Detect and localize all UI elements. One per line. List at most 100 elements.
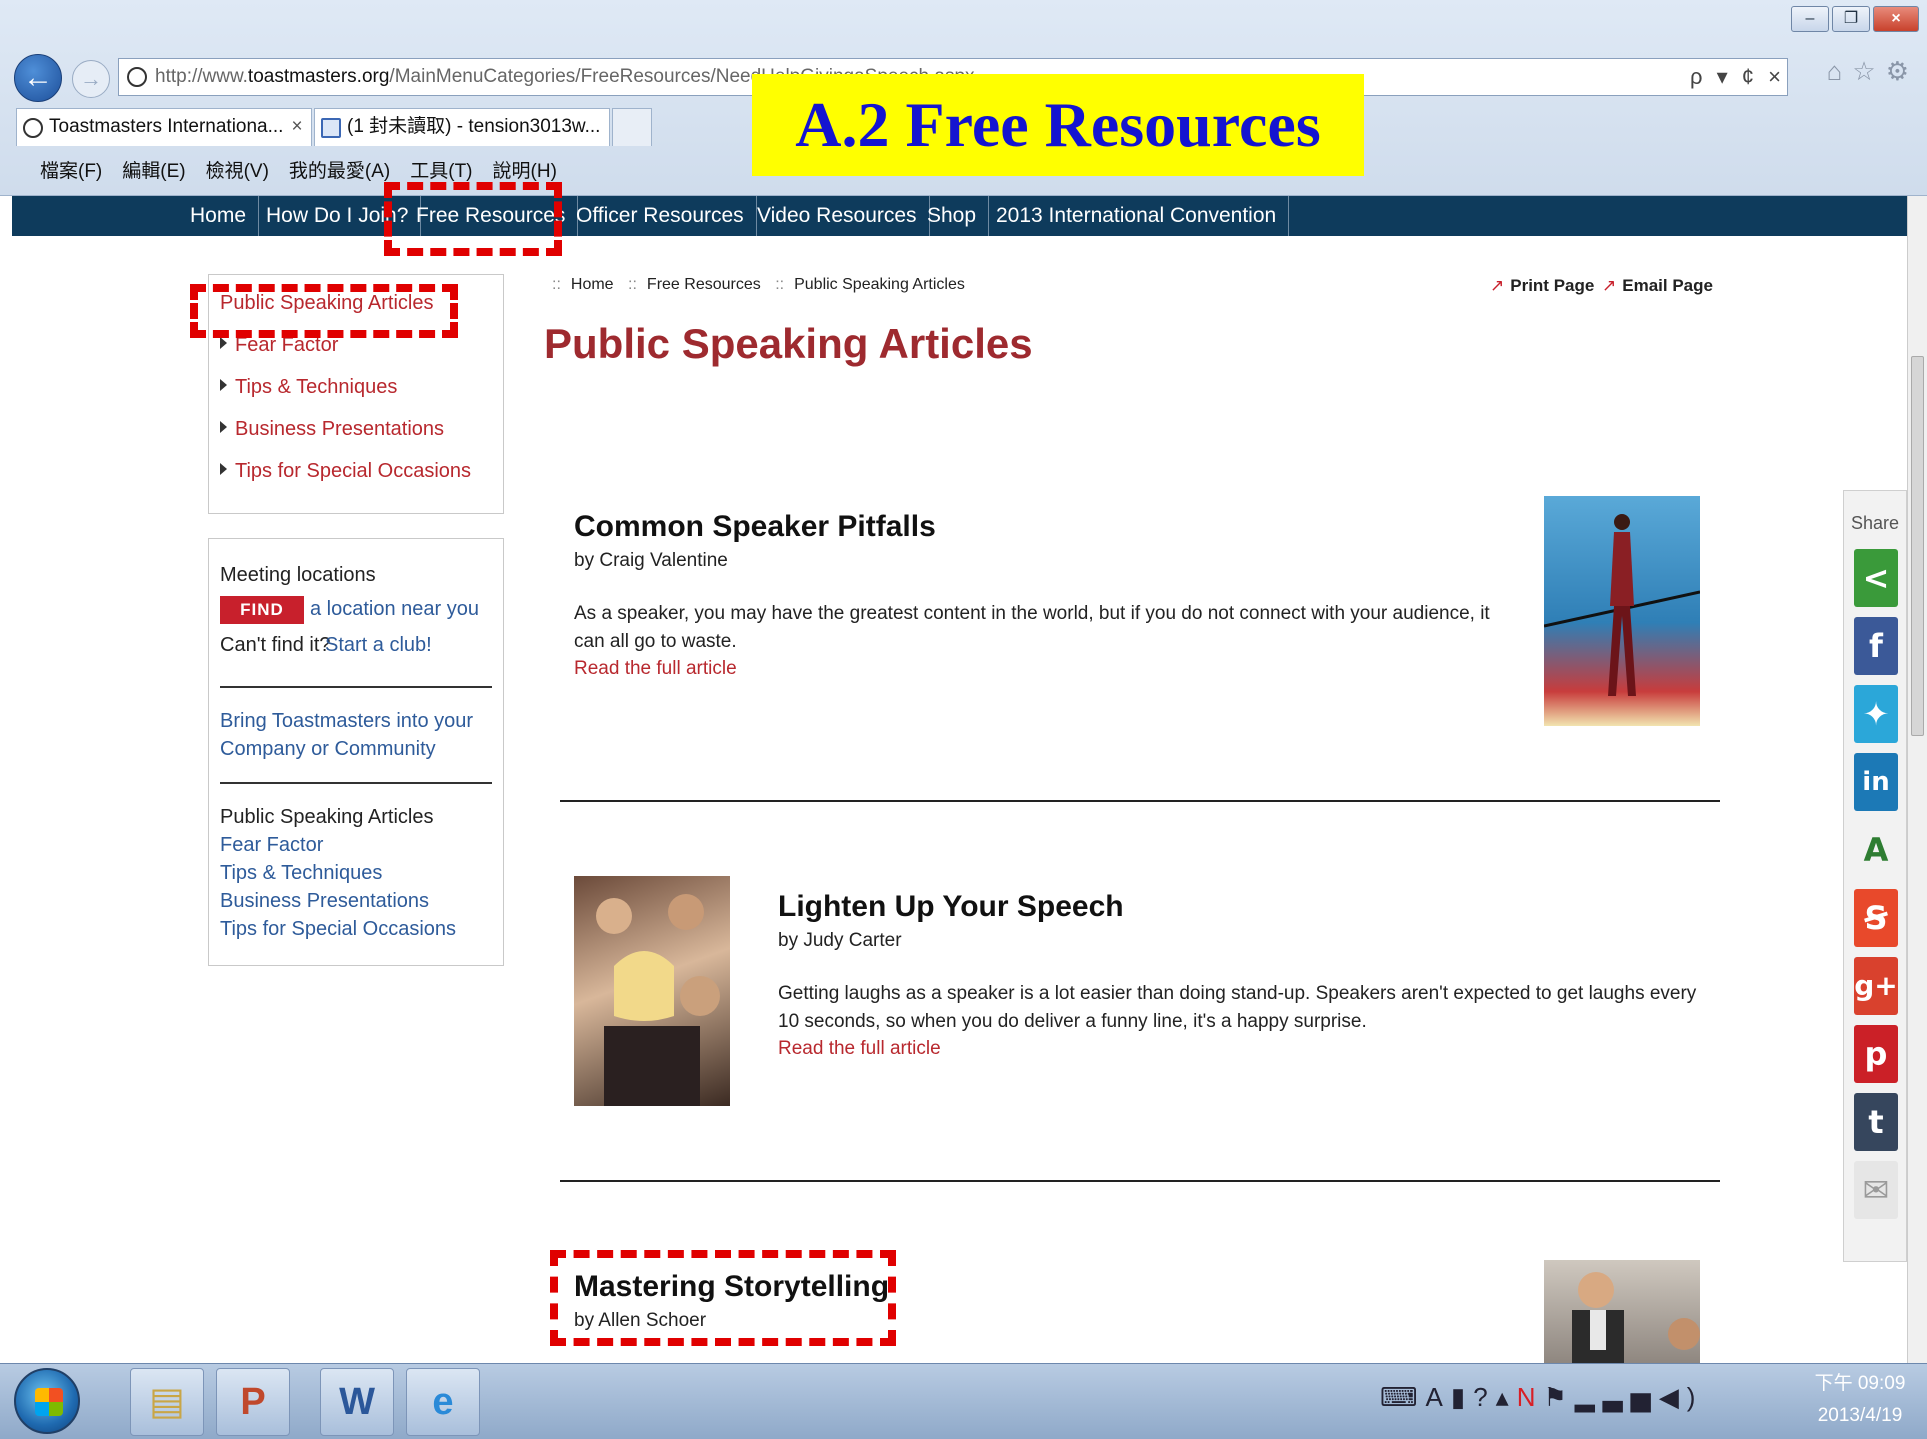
tumblr-icon[interactable]: t	[1854, 1093, 1898, 1151]
word-icon: W	[339, 1381, 375, 1423]
sidebar-item-special[interactable]: Tips for Special Occasions	[220, 460, 471, 483]
google-plus-icon[interactable]: g+	[1854, 957, 1898, 1015]
page-scrollbar[interactable]	[1907, 196, 1927, 1363]
menu-favorites[interactable]: 我的最愛(A)	[289, 152, 390, 192]
internet-explorer-icon: e	[432, 1381, 454, 1423]
bring-toastmasters-link-line1[interactable]: Bring Toastmasters into your	[220, 710, 473, 733]
windows-taskbar: ▤ P W e ⌨A▮?▴N⚑▂▃▅◀) 下午 09:09 2013/4/19	[0, 1363, 1927, 1439]
new-tab-button[interactable]	[612, 108, 652, 146]
favorites-star-icon[interactable]: ☆	[1852, 56, 1885, 86]
site-tab-icon	[23, 118, 43, 138]
powerpoint-taskbar-button[interactable]: P	[216, 1368, 290, 1436]
ime-toggle-icon[interactable]: ▮	[1451, 1382, 1473, 1412]
minimize-button[interactable]: –	[1791, 6, 1829, 32]
tray-expand-icon[interactable]: ▴	[1496, 1382, 1517, 1412]
sidebar-bottom-business[interactable]: Business Presentations	[220, 890, 429, 913]
browser-tab-mail[interactable]: (1 封未讀取) - tension3013w...	[314, 108, 610, 146]
settings-gear-icon[interactable]: ⚙	[1886, 56, 1919, 86]
folder-icon: ▤	[149, 1381, 185, 1423]
notification-icon[interactable]: N	[1517, 1382, 1544, 1412]
breadcrumb-home[interactable]: Home	[571, 276, 614, 293]
linkedin-icon[interactable]: in	[1854, 753, 1898, 811]
browser-tab-toastmasters[interactable]: Toastmasters Internationa... ×	[16, 108, 312, 146]
tab-title: (1 封未讀取) - tension3013w...	[347, 116, 601, 137]
nav-officer-resources[interactable]: Officer Resources	[564, 196, 757, 236]
find-location-link[interactable]: a location near you	[310, 598, 479, 621]
translate-icon[interactable]: A	[1854, 821, 1898, 879]
twitter-icon[interactable]: ✦	[1854, 685, 1898, 743]
stumbleupon-icon[interactable]: Ꞩ	[1854, 889, 1898, 947]
network-icon[interactable]: ▂▃▅	[1575, 1382, 1659, 1412]
share-icon[interactable]: <	[1854, 549, 1898, 607]
start-button[interactable]	[14, 1368, 80, 1434]
sidebar-bottom-special[interactable]: Tips for Special Occasions	[220, 918, 456, 941]
scrollbar-thumb[interactable]	[1911, 356, 1924, 736]
tightrope-walker-image[interactable]	[1544, 496, 1700, 726]
sidebar-bottom-fear-factor[interactable]: Fear Factor	[220, 834, 323, 857]
article-title[interactable]: Common Speaker Pitfalls	[574, 510, 936, 544]
ie-taskbar-button[interactable]: e	[406, 1368, 480, 1436]
sidebar-item-label: Tips for Special Occasions	[235, 460, 472, 482]
laughing-audience-image[interactable]	[574, 876, 730, 1106]
storyteller-photo	[1572, 1272, 1700, 1363]
restore-button[interactable]: ❐	[1832, 6, 1870, 32]
action-flag-icon[interactable]: ⚑	[1544, 1382, 1575, 1412]
ime-icon[interactable]: ⌨	[1380, 1382, 1426, 1412]
bullet-arrow-icon	[220, 463, 227, 475]
read-article-link[interactable]: Read the full article	[574, 658, 737, 680]
address-tools[interactable]: ρ ▾ ¢ ×	[1690, 58, 1786, 96]
help-icon[interactable]: ?	[1473, 1382, 1495, 1412]
facebook-icon[interactable]: f	[1854, 617, 1898, 675]
forward-button[interactable]: →	[72, 60, 110, 98]
bring-toastmasters-link-line2[interactable]: Company or Community	[220, 738, 436, 761]
email-page-link[interactable]: ↗ Email Page	[1602, 276, 1713, 296]
email-label: Email Page	[1622, 276, 1713, 295]
article-author: by Judy Carter	[778, 930, 902, 951]
site-nav: Home How Do I Join? Free Resources Offic…	[12, 196, 1907, 236]
sidebar-item-label: Tips & Techniques	[235, 376, 398, 398]
clock-date: 2013/4/19	[1817, 1405, 1903, 1426]
word-taskbar-button[interactable]: W	[320, 1368, 394, 1436]
breadcrumb-free-resources[interactable]: Free Resources	[647, 276, 761, 293]
taskbar-clock[interactable]: 下午 09:09 2013/4/19	[1800, 1368, 1920, 1432]
sidebar-item-tips[interactable]: Tips & Techniques	[220, 376, 397, 399]
home-icon[interactable]: ⌂	[1827, 56, 1853, 86]
nav-video-resources[interactable]: Video Resources	[745, 196, 930, 236]
tab-title: Toastmasters Internationa...	[49, 116, 284, 137]
arrow-icon: ↗	[1490, 276, 1505, 295]
sidebar-item-business[interactable]: Business Presentations	[220, 418, 444, 441]
system-tray: ⌨A▮?▴N⚑▂▃▅◀)	[1380, 1382, 1703, 1413]
menu-file[interactable]: 檔案(F)	[40, 152, 102, 192]
pinterest-icon[interactable]: p	[1854, 1025, 1898, 1083]
tightrope-walker-illustration	[1544, 514, 1700, 696]
powerpoint-icon: P	[240, 1381, 266, 1423]
nav-shop[interactable]: Shop	[915, 196, 990, 236]
menu-edit[interactable]: 編輯(E)	[122, 152, 185, 192]
email-share-icon[interactable]: ✉	[1854, 1161, 1898, 1219]
bullet-arrow-icon	[220, 337, 227, 349]
sidebar-bottom-heading: Public Speaking Articles	[220, 806, 434, 828]
article-title[interactable]: Lighten Up Your Speech	[778, 890, 1124, 924]
nav-home[interactable]: Home	[178, 196, 260, 236]
explorer-taskbar-button[interactable]: ▤	[130, 1368, 204, 1436]
article-divider	[560, 800, 1720, 802]
volume-icon[interactable]: ◀)	[1659, 1382, 1704, 1412]
close-window-button[interactable]: ×	[1873, 6, 1919, 32]
clock-time: 下午 09:09	[1814, 1373, 1906, 1394]
storyteller-image[interactable]	[1544, 1260, 1700, 1363]
start-club-link[interactable]: Start a club!	[325, 634, 432, 657]
read-article-link[interactable]: Read the full article	[778, 1038, 941, 1060]
print-label: Print Page	[1510, 276, 1595, 295]
nav-convention[interactable]: 2013 International Convention	[984, 196, 1290, 236]
find-button[interactable]: FIND	[220, 596, 304, 624]
back-button[interactable]: ←	[14, 54, 62, 102]
tab-close-icon[interactable]: ×	[291, 116, 302, 137]
print-page-link[interactable]: ↗ Print Page	[1490, 276, 1594, 296]
screenshot-frame: – ❐ × ← → http://www.toastmasters.org/Ma…	[0, 0, 1927, 1439]
menu-view[interactable]: 檢視(V)	[206, 152, 269, 192]
ime-mode-icon[interactable]: A	[1426, 1382, 1451, 1412]
sidebar-bottom-tips[interactable]: Tips & Techniques	[220, 862, 382, 885]
article-summary: As a speaker, you may have the greatest …	[574, 603, 1490, 652]
share-bar: Share < f ✦ in A Ꞩ g+ p t ✉	[1843, 490, 1907, 1262]
slide-banner: A.2 Free Resources	[752, 74, 1364, 176]
